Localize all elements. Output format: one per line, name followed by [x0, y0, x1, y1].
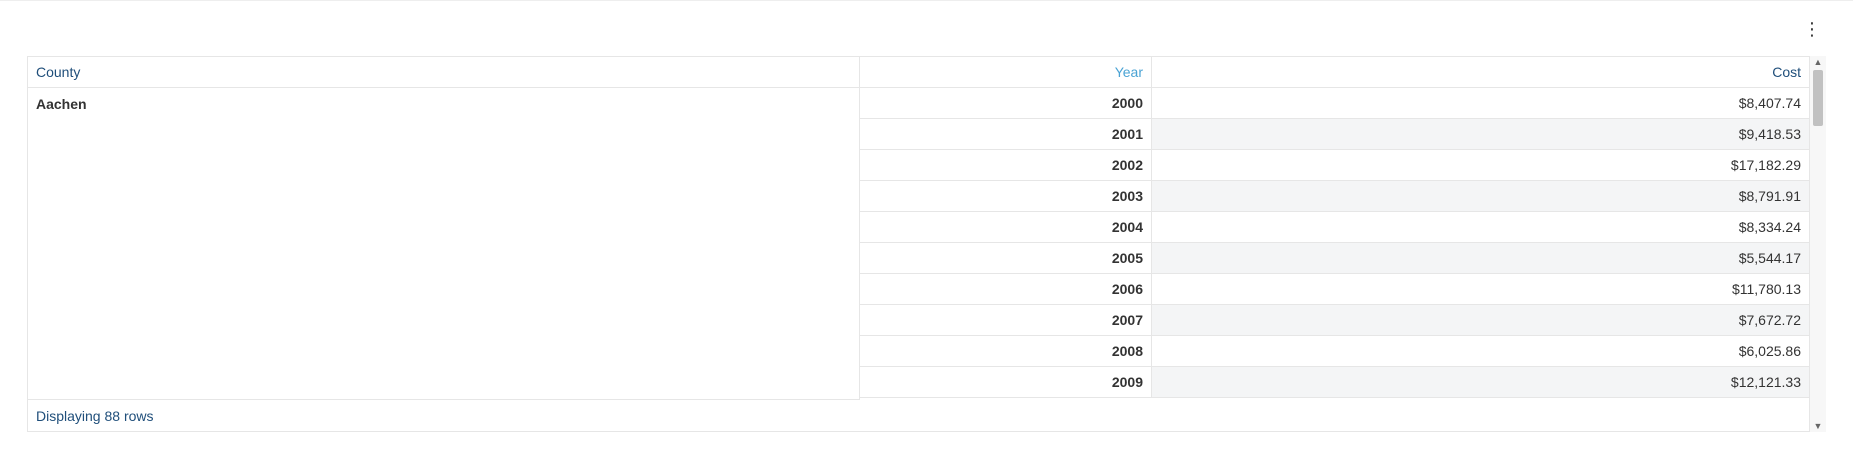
cost-cell: $5,544.17	[1152, 243, 1809, 274]
cost-cell: $12,121.33	[1152, 367, 1809, 398]
kebab-menu-icon: ⋮	[1803, 19, 1821, 39]
vertical-scrollbar[interactable]: ▲ ▼	[1810, 56, 1826, 432]
more-options-button[interactable]: ⋮	[1803, 18, 1821, 40]
year-cell: 2002	[860, 150, 1152, 181]
year-cell: 2004	[860, 212, 1152, 243]
scroll-down-icon[interactable]: ▼	[1810, 420, 1826, 432]
cost-cell: $7,672.72	[1152, 305, 1809, 336]
data-table: County Year Cost Aachen 2000 $8,407.74 2…	[27, 56, 1810, 432]
year-cell: 2000	[860, 88, 1152, 119]
cost-cell: $8,791.91	[1152, 181, 1809, 212]
cost-cell: $9,418.53	[1152, 119, 1809, 150]
top-divider	[0, 0, 1853, 1]
year-cell: 2008	[860, 336, 1152, 367]
row-count-footer: Displaying 88 rows	[36, 407, 154, 424]
year-cell: 2001	[860, 119, 1152, 150]
year-cell: 2005	[860, 243, 1152, 274]
cost-cell: $8,334.24	[1152, 212, 1809, 243]
county-group-cell: Aachen	[28, 88, 860, 400]
cost-cell: $11,780.13	[1152, 274, 1809, 305]
scrollbar-thumb[interactable]	[1813, 70, 1823, 126]
cost-cell: $6,025.86	[1152, 336, 1809, 367]
year-cell: 2003	[860, 181, 1152, 212]
cost-cell: $8,407.74	[1152, 88, 1809, 119]
year-cell: 2006	[860, 274, 1152, 305]
column-header-cost[interactable]: Cost	[1152, 57, 1809, 88]
column-header-year[interactable]: Year	[860, 57, 1152, 88]
column-header-county[interactable]: County	[28, 57, 860, 88]
year-cell: 2009	[860, 367, 1152, 398]
scroll-up-icon[interactable]: ▲	[1810, 56, 1826, 68]
cost-cell: $17,182.29	[1152, 150, 1809, 181]
year-cell: 2007	[860, 305, 1152, 336]
